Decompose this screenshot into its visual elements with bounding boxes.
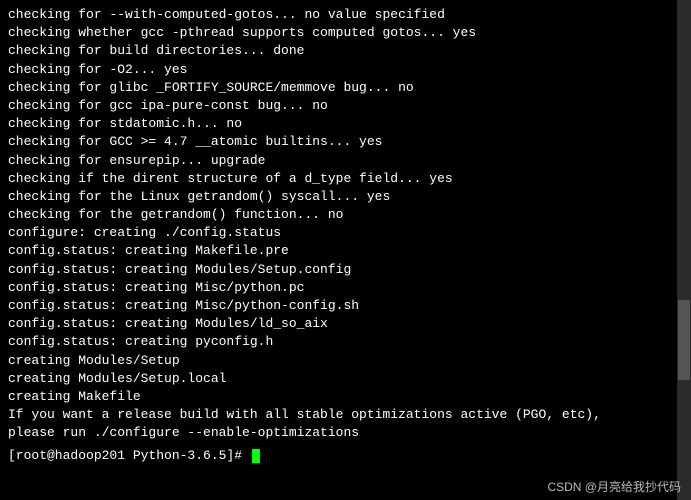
terminal-line: checking for stdatomic.h... no <box>8 115 683 133</box>
terminal-line: creating Makefile <box>8 388 683 406</box>
terminal-line: checking for --with-computed-gotos... no… <box>8 6 683 24</box>
terminal-line: checking for glibc _FORTIFY_SOURCE/memmo… <box>8 79 683 97</box>
terminal-line: checking for gcc ipa-pure-const bug... n… <box>8 97 683 115</box>
prompt-line[interactable]: [root@hadoop201 Python-3.6.5]# <box>8 447 683 465</box>
terminal-line: checking for ensurepip... upgrade <box>8 152 683 170</box>
terminal-line: checking for the getrandom() function...… <box>8 206 683 224</box>
terminal-line: creating Modules/Setup <box>8 352 683 370</box>
terminal-line: checking if the dirent structure of a d_… <box>8 170 683 188</box>
terminal-line: creating Modules/Setup.local <box>8 370 683 388</box>
terminal-line: please run ./configure --enable-optimiza… <box>8 424 683 442</box>
watermark-text: CSDN @月亮给我抄代码 <box>547 479 681 496</box>
terminal-line: checking for -O2... yes <box>8 61 683 79</box>
terminal-line: checking for the Linux getrandom() sysca… <box>8 188 683 206</box>
cursor-block <box>252 449 260 463</box>
shell-prompt: [root@hadoop201 Python-3.6.5]# <box>8 448 250 463</box>
terminal-line: checking for build directories... done <box>8 42 683 60</box>
terminal-line: config.status: creating Misc/python.pc <box>8 279 683 297</box>
terminal-line: checking for GCC >= 4.7 __atomic builtin… <box>8 133 683 151</box>
terminal-line: config.status: creating Modules/Setup.co… <box>8 261 683 279</box>
terminal-line: config.status: creating pyconfig.h <box>8 333 683 351</box>
terminal-line: If you want a release build with all sta… <box>8 406 683 424</box>
terminal-line: config.status: creating Makefile.pre <box>8 242 683 260</box>
scrollbar-track[interactable] <box>677 0 691 500</box>
terminal-output: checking for --with-computed-gotos... no… <box>8 6 683 443</box>
scrollbar-thumb[interactable] <box>678 300 690 380</box>
terminal-line: configure: creating ./config.status <box>8 224 683 242</box>
terminal-line: config.status: creating Modules/ld_so_ai… <box>8 315 683 333</box>
terminal-line: checking whether gcc -pthread supports c… <box>8 24 683 42</box>
terminal-line: config.status: creating Misc/python-conf… <box>8 297 683 315</box>
